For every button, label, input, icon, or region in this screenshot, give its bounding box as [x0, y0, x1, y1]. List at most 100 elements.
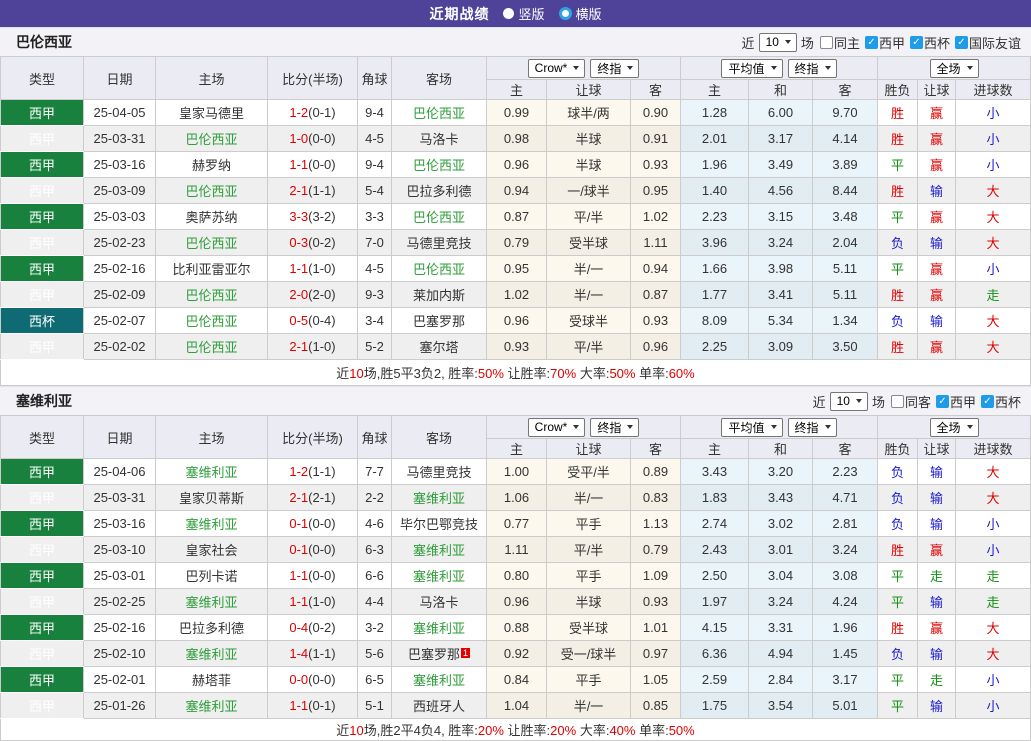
home-team-link[interactable]: 巴伦西亚 — [185, 132, 237, 147]
corner-score: 3-4 — [358, 308, 392, 334]
layout-radio-vertical[interactable]: 竖版 — [503, 4, 544, 23]
avg-draw: 6.00 — [749, 100, 813, 126]
away-team-link[interactable]: 巴伦西亚 — [413, 106, 465, 121]
odds-time-select[interactable]: 终指 — [590, 59, 639, 78]
filter-checkbox[interactable]: ✓西杯 — [910, 33, 950, 52]
score-cell: 1-2(0-1) — [268, 100, 358, 126]
home-team-link[interactable]: 巴拉多利德 — [179, 621, 244, 636]
home-team-link[interactable]: 塞维利亚 — [185, 465, 237, 480]
checkbox-icon[interactable] — [820, 36, 833, 49]
match-date: 25-03-10 — [84, 537, 156, 563]
home-team-link[interactable]: 巴伦西亚 — [185, 184, 237, 199]
away-team-link[interactable]: 塞维利亚 — [413, 673, 465, 688]
radio-selected-icon[interactable] — [559, 7, 572, 20]
odds-handicap: 半球 — [547, 126, 631, 152]
checkbox-icon[interactable]: ✓ — [981, 395, 994, 408]
checkbox-label: 西甲 — [950, 392, 976, 411]
result-wdl: 平 — [878, 204, 918, 230]
filter-checkbox[interactable]: 同主 — [820, 33, 860, 52]
avg-home: 1.28 — [681, 100, 749, 126]
result-wdl: 平 — [878, 256, 918, 282]
subheader-odds-home: 主 — [487, 439, 547, 459]
away-team-link[interactable]: 巴伦西亚 — [413, 262, 465, 277]
fullmatch-select[interactable]: 全场 — [930, 59, 979, 78]
away-team-link[interactable]: 马洛卡 — [419, 132, 458, 147]
fullmatch-select[interactable]: 全场 — [930, 418, 979, 437]
checkbox-icon[interactable]: ✓ — [955, 36, 968, 49]
home-team-link[interactable]: 巴伦西亚 — [185, 314, 237, 329]
average-time-select[interactable]: 终指 — [788, 418, 837, 437]
away-team-link[interactable]: 巴伦西亚 — [413, 210, 465, 225]
summary-segment: 大率: — [576, 723, 609, 738]
avg-away: 5.01 — [813, 693, 878, 719]
home-team-link[interactable]: 赫塔菲 — [192, 673, 231, 688]
away-team-link[interactable]: 莱加内斯 — [413, 288, 465, 303]
match-date: 25-04-05 — [84, 100, 156, 126]
home-team-link[interactable]: 巴伦西亚 — [185, 236, 237, 251]
home-team-link[interactable]: 皇家马德里 — [179, 106, 244, 121]
odds-away: 0.85 — [631, 693, 681, 719]
corner-score: 2-2 — [358, 485, 392, 511]
away-team-link[interactable]: 西班牙人 — [413, 699, 465, 714]
bookmaker-select[interactable]: Crow* — [528, 59, 586, 78]
average-select[interactable]: 平均值 — [721, 59, 782, 78]
home-team-link[interactable]: 赫罗纳 — [192, 158, 231, 173]
team-section-sevilla: 塞维利亚 近10场同客✓西甲✓西杯 类型 日期 主场 比分(半场) 角球 客场 … — [0, 386, 1031, 741]
checkbox-icon[interactable] — [891, 395, 904, 408]
layout-radio-horizontal[interactable]: 横版 — [559, 4, 602, 23]
home-team-link[interactable]: 塞维利亚 — [185, 517, 237, 532]
home-team-link[interactable]: 奥萨苏纳 — [185, 210, 237, 225]
score-cell: 2-1(1-0) — [268, 334, 358, 360]
odds-handicap: 平/半 — [547, 334, 631, 360]
away-team-link[interactable]: 塞维利亚 — [413, 491, 465, 506]
away-team-link[interactable]: 马洛卡 — [419, 595, 458, 610]
checkbox-label: 西甲 — [879, 33, 905, 52]
odds-away: 1.11 — [631, 230, 681, 256]
filter-checkbox[interactable]: 同客 — [891, 392, 931, 411]
filter-checkbox[interactable]: ✓西杯 — [981, 392, 1021, 411]
filter-checkbox[interactable]: ✓西甲 — [936, 392, 976, 411]
result-handicap: 赢 — [918, 204, 956, 230]
average-time-select[interactable]: 终指 — [788, 59, 837, 78]
odds-time-select[interactable]: 终指 — [590, 418, 639, 437]
result-wdl: 胜 — [878, 334, 918, 360]
away-team-link[interactable]: 马德里竞技 — [406, 236, 471, 251]
home-team-link[interactable]: 巴伦西亚 — [185, 340, 237, 355]
match-count-select[interactable]: 10 — [759, 33, 797, 52]
home-team-link[interactable]: 巴列卡诺 — [185, 569, 237, 584]
away-team-link[interactable]: 巴塞罗那 — [413, 314, 465, 329]
away-team-link[interactable]: 巴伦西亚 — [413, 158, 465, 173]
away-team-link[interactable]: 塞维利亚 — [413, 621, 465, 636]
home-team-cell: 巴伦西亚 — [156, 282, 268, 308]
away-team-link[interactable]: 塞维利亚 — [413, 543, 465, 558]
away-team-link[interactable]: 马德里竞技 — [406, 465, 471, 480]
filter-checkbox[interactable]: ✓国际友谊 — [955, 33, 1021, 52]
avg-draw: 3.43 — [749, 485, 813, 511]
match-count-select[interactable]: 10 — [830, 392, 868, 411]
home-team-link[interactable]: 塞维利亚 — [185, 647, 237, 662]
checkbox-icon[interactable]: ✓ — [865, 36, 878, 49]
away-team-link[interactable]: 塞维利亚 — [413, 569, 465, 584]
home-team-cell: 巴伦西亚 — [156, 126, 268, 152]
score-cell: 3-3(3-2) — [268, 204, 358, 230]
away-team-link[interactable]: 毕尔巴鄂竞技 — [400, 517, 478, 532]
filter-checkbox[interactable]: ✓西甲 — [865, 33, 905, 52]
checkbox-icon[interactable]: ✓ — [936, 395, 949, 408]
checkbox-icon[interactable]: ✓ — [910, 36, 923, 49]
home-team-link[interactable]: 塞维利亚 — [185, 595, 237, 610]
bookmaker-select[interactable]: Crow* — [528, 418, 586, 437]
corner-score: 5-1 — [358, 693, 392, 719]
average-select[interactable]: 平均值 — [721, 418, 782, 437]
home-team-link[interactable]: 巴伦西亚 — [185, 288, 237, 303]
away-team-link[interactable]: 巴塞罗那 — [408, 647, 460, 662]
away-team-link[interactable]: 巴拉多利德 — [406, 184, 471, 199]
home-team-link[interactable]: 比利亚雷亚尔 — [172, 262, 250, 277]
away-team-link[interactable]: 塞尔塔 — [419, 340, 458, 355]
home-team-link[interactable]: 皇家贝蒂斯 — [179, 491, 244, 506]
home-team-link[interactable]: 塞维利亚 — [185, 699, 237, 714]
score-cell: 0-4(0-2) — [268, 615, 358, 641]
radio-icon[interactable] — [503, 8, 514, 19]
odds-away: 1.13 — [631, 511, 681, 537]
summary-row: 近10场,胜2平4负4, 胜率:20% 让胜率:20% 大率:40% 单率:50… — [1, 719, 1031, 741]
home-team-link[interactable]: 皇家社会 — [185, 543, 237, 558]
